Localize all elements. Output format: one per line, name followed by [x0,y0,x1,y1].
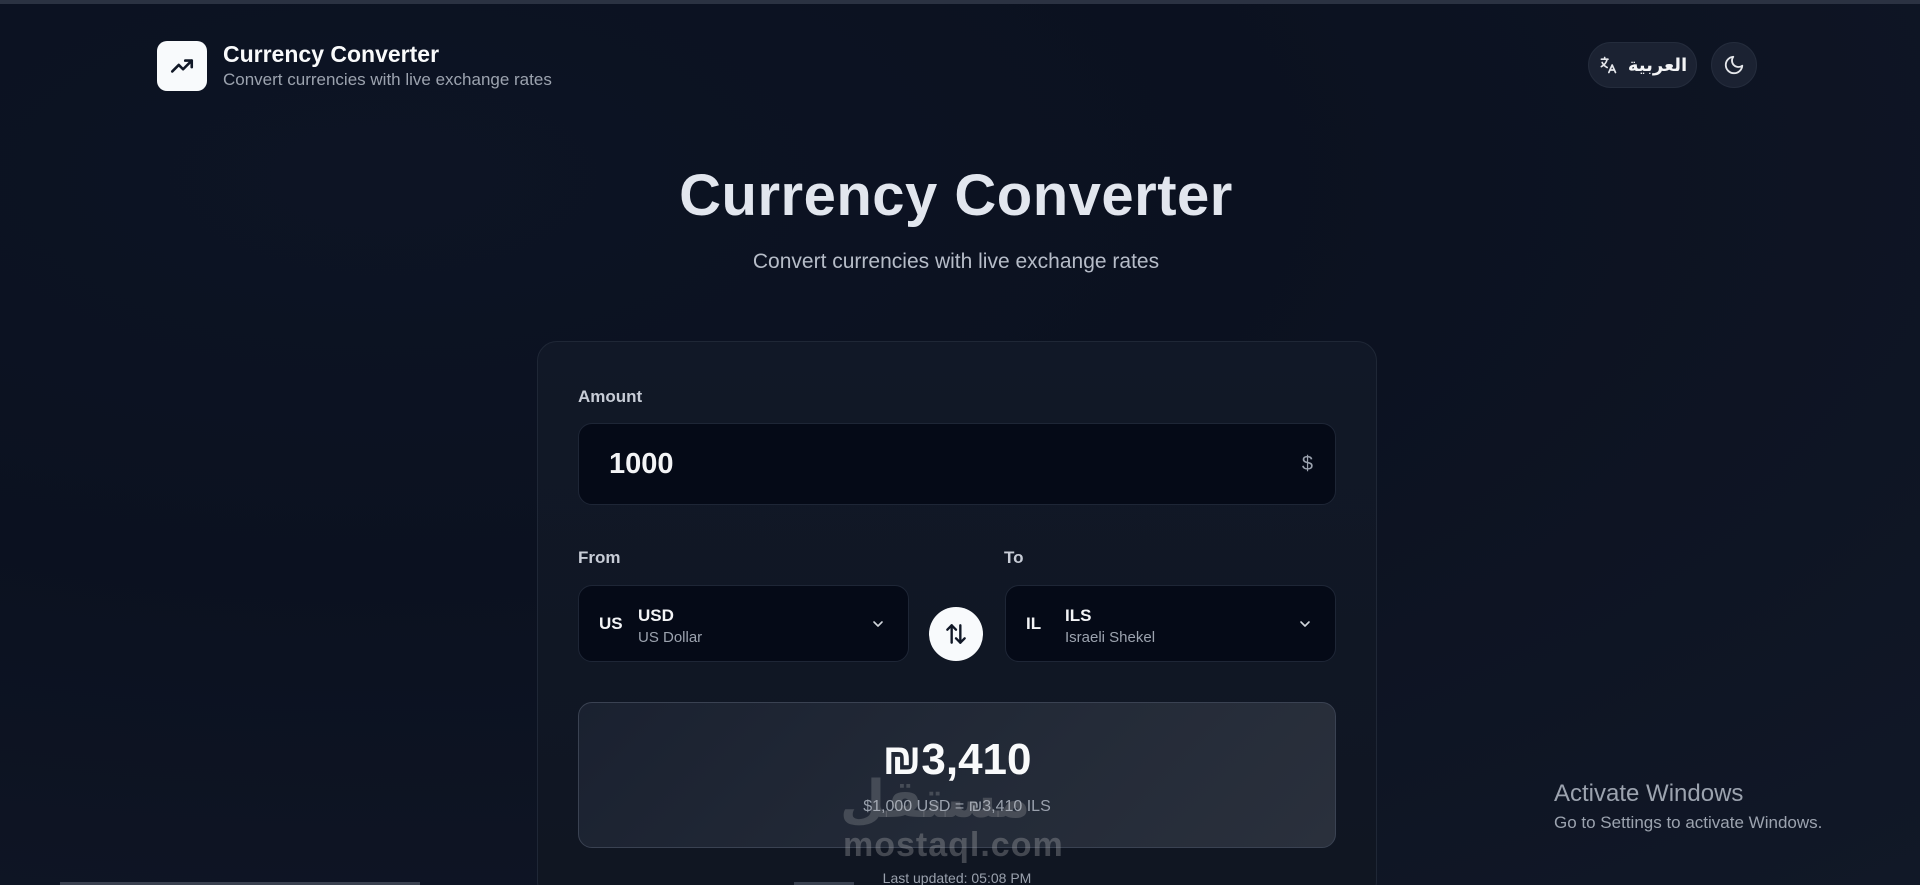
activate-windows-subtitle: Go to Settings to activate Windows. [1554,813,1823,832]
moon-icon [1724,55,1744,75]
currency-symbol: $ [1301,453,1313,475]
chevron-down-icon [873,621,883,627]
page-subtitle: Convert currencies with live exchange ra… [752,250,1160,273]
to-name: Israeli Shekel [1065,629,1156,646]
page-title: Currency Converter [679,163,1233,228]
app-title: Currency Converter [223,41,440,67]
theme-toggle-button[interactable] [1711,42,1757,88]
trending-up-icon [170,59,194,73]
from-currency-select[interactable]: US USD US Dollar [578,585,909,662]
translate-icon [1600,56,1617,74]
chevron-down-icon [1300,621,1310,627]
swap-vertical-icon [946,624,966,644]
to-flag: IL [1026,614,1042,633]
from-label: From [578,548,621,567]
from-flag: US [599,614,623,633]
app-subtitle: Convert currencies with live exchange ra… [223,70,552,89]
swap-currencies-button[interactable] [929,607,983,661]
activate-windows-title: Activate Windows [1554,780,1744,807]
to-currency-select[interactable]: IL ILS Israeli Shekel [1005,585,1336,662]
window-top-border [0,0,1920,4]
watermark-latin: mostaql.com [843,826,1064,864]
amount-value: 1000 [609,448,674,480]
app-logo [157,41,207,91]
app-title-group: Currency Converter Convert currencies wi… [223,40,552,92]
language-label: العربية [1627,54,1688,75]
last-updated: Last updated: 05:08 PM [882,870,1032,885]
from-code: USD [638,606,674,625]
from-name: US Dollar [638,629,703,646]
app-header: Currency Converter Convert currencies wi… [157,40,552,92]
language-toggle-button[interactable]: العربية [1588,42,1697,88]
amount-input[interactable]: 1000 $ [578,423,1336,505]
to-label: To [1004,548,1024,567]
watermark-arabic: مستقل [840,770,1031,830]
to-code: ILS [1065,606,1092,625]
amount-label: Amount [578,387,643,406]
